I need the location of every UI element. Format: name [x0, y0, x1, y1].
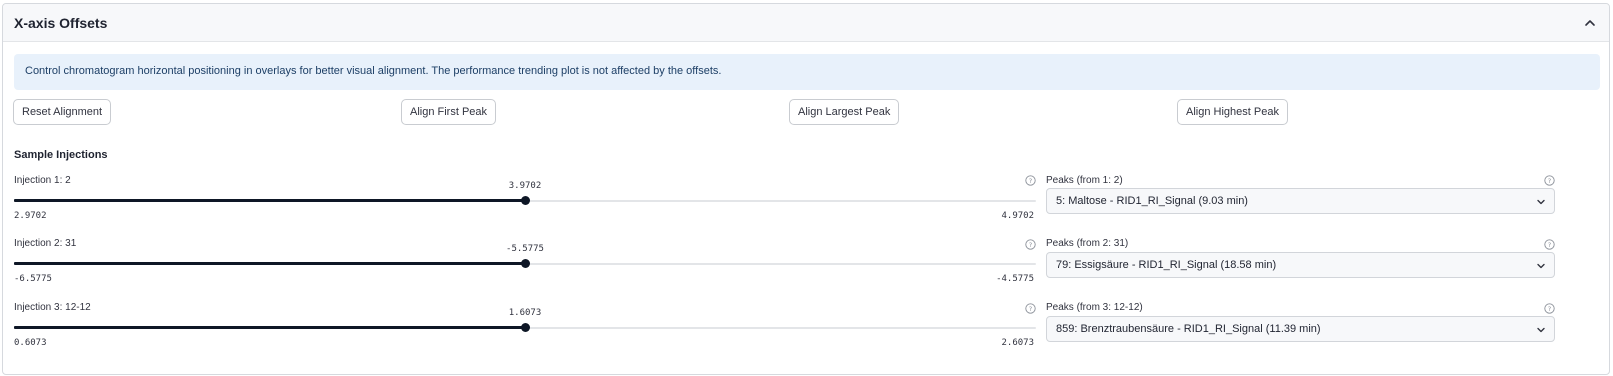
align-largest-peak-button[interactable]: Align Largest Peak: [789, 99, 900, 125]
chevron-down-icon: [1537, 327, 1545, 333]
offset-slider[interactable]: 1.6073: [14, 308, 1036, 332]
chevron-down-icon: [1537, 199, 1545, 205]
slider-min: 0.6073: [14, 338, 47, 348]
offset-slider[interactable]: -5.5775: [14, 244, 1036, 268]
peak-select-value: 79: Essigsäure - RID1_RI_Signal (18.58 m…: [1056, 259, 1277, 271]
svg-text:?: ?: [1548, 177, 1551, 185]
reset-alignment-button[interactable]: Reset Alignment: [13, 99, 112, 125]
peaks-label: Peaks (from 2: 31): [1046, 238, 1129, 249]
injection-label: Injection 1: 2: [14, 175, 71, 186]
slider-max: 2.6073: [1001, 338, 1034, 348]
peak-select[interactable]: 5: Maltose - RID1_RI_Signal (9.03 min): [1046, 188, 1555, 214]
slider-thumb[interactable]: [521, 323, 530, 332]
peak-select[interactable]: 79: Essigsäure - RID1_RI_Signal (18.58 m…: [1046, 252, 1555, 278]
section-title: Sample Injections: [14, 149, 108, 161]
injection-label: Injection 2: 31: [14, 238, 77, 249]
slider-thumb[interactable]: [521, 259, 530, 268]
slider-fill: [14, 262, 525, 265]
slider-min: 2.9702: [14, 211, 47, 221]
peaks-label: Peaks (from 1: 2): [1046, 175, 1123, 186]
help-icon[interactable]: ?: [1025, 175, 1036, 186]
injection-row: Injection 1: 2 ? 3.9702 2.9702 4.9702 Pe…: [3, 175, 1609, 237]
peak-select[interactable]: 859: Brenztraubensäure - RID1_RI_Signal …: [1046, 316, 1555, 342]
svg-text:?: ?: [1029, 241, 1032, 249]
peak-select-value: 5: Maltose - RID1_RI_Signal (9.03 min): [1056, 195, 1248, 207]
info-text: Control chromatogram horizontal position…: [25, 65, 722, 77]
offset-slider[interactable]: 3.9702: [14, 181, 1036, 205]
chevron-down-icon: [1537, 263, 1545, 269]
svg-text:?: ?: [1029, 305, 1032, 313]
panel-title: X-axis Offsets: [14, 15, 108, 31]
slider-thumb[interactable]: [521, 196, 530, 205]
svg-text:?: ?: [1548, 241, 1551, 249]
slider-value: -5.5775: [506, 244, 544, 254]
align-first-peak-button[interactable]: Align First Peak: [401, 99, 497, 125]
slider-value: 1.6073: [508, 308, 542, 318]
help-icon[interactable]: ?: [1544, 303, 1555, 314]
slider-max: 4.9702: [1001, 211, 1034, 221]
peaks-label: Peaks (from 3: 12-12): [1046, 302, 1143, 313]
slider-fill: [14, 326, 525, 329]
slider-fill: [14, 199, 525, 202]
injection-label: Injection 3: 12-12: [14, 302, 91, 313]
help-icon[interactable]: ?: [1025, 239, 1036, 250]
panel-header[interactable]: X-axis Offsets: [3, 4, 1609, 42]
slider-value: 3.9702: [508, 181, 542, 191]
info-alert: Control chromatogram horizontal position…: [14, 54, 1600, 90]
peak-select-value: 859: Brenztraubensäure - RID1_RI_Signal …: [1056, 323, 1321, 335]
chevron-up-icon[interactable]: [1583, 16, 1597, 30]
injection-row: Injection 2: 31 ? -5.5775 -6.5775 -4.577…: [3, 238, 1609, 300]
slider-max: -4.5775: [996, 274, 1034, 284]
x-axis-offsets-panel: X-axis Offsets Control chromatogram hori…: [2, 3, 1610, 375]
help-icon[interactable]: ?: [1544, 175, 1555, 186]
injection-row: Injection 3: 12-12 ? 1.6073 0.6073 2.607…: [3, 302, 1609, 364]
align-highest-peak-button[interactable]: Align Highest Peak: [1177, 99, 1288, 125]
help-icon[interactable]: ?: [1025, 303, 1036, 314]
help-icon[interactable]: ?: [1544, 239, 1555, 250]
svg-text:?: ?: [1548, 305, 1551, 313]
svg-text:?: ?: [1029, 177, 1032, 185]
slider-min: -6.5775: [14, 274, 52, 284]
